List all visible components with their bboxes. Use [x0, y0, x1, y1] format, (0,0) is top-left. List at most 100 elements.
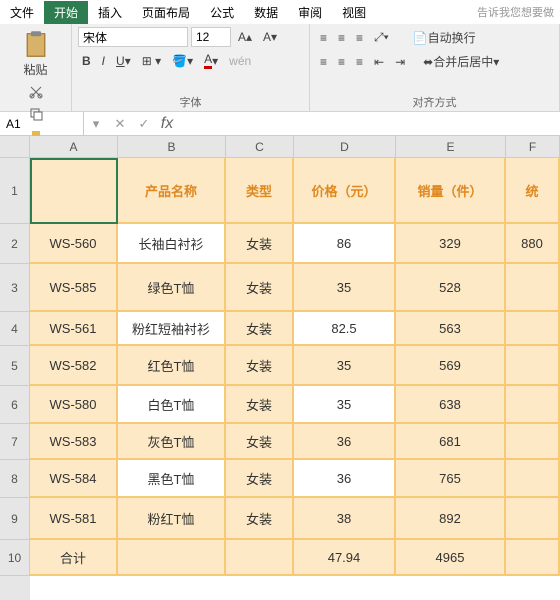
row-header[interactable]: 3	[0, 264, 30, 312]
cell[interactable]	[506, 460, 560, 498]
col-header[interactable]: A	[30, 136, 118, 158]
cell[interactable]: 681	[396, 424, 506, 460]
row-header[interactable]: 9	[0, 498, 30, 540]
tab-view[interactable]: 视图	[332, 1, 376, 24]
fx-icon[interactable]: fx	[156, 115, 178, 133]
header-cell[interactable]: 类型	[226, 158, 294, 224]
cell[interactable]: 女装	[226, 224, 294, 264]
cell[interactable]	[226, 540, 294, 576]
cell[interactable]: 880	[506, 224, 560, 264]
cell[interactable]: 女装	[226, 264, 294, 312]
cell[interactable]: WS-581	[30, 498, 118, 540]
cut-button[interactable]	[25, 83, 47, 101]
col-header[interactable]: D	[294, 136, 396, 158]
cell[interactable]: 638	[396, 386, 506, 424]
formula-input[interactable]	[178, 112, 560, 135]
cell[interactable]: WS-583	[30, 424, 118, 460]
cell[interactable]: WS-585	[30, 264, 118, 312]
increase-font-button[interactable]: A▴	[234, 28, 256, 46]
tab-formula[interactable]: 公式	[200, 1, 244, 24]
tell-me-hint[interactable]: 告诉我您想要做	[471, 4, 560, 20]
header-cell[interactable]: 产品名称	[118, 158, 226, 224]
row-header[interactable]: 6	[0, 386, 30, 424]
cell[interactable]: 女装	[226, 424, 294, 460]
align-center-button[interactable]: ≡	[334, 53, 349, 71]
cell[interactable]: 765	[396, 460, 506, 498]
tab-layout[interactable]: 页面布局	[132, 1, 200, 24]
cell[interactable]	[506, 346, 560, 386]
align-top-button[interactable]: ≡	[316, 29, 331, 47]
cell[interactable]: 合计	[30, 540, 118, 576]
cell[interactable]: 563	[396, 312, 506, 346]
cell[interactable]: 女装	[226, 498, 294, 540]
row-header[interactable]: 8	[0, 460, 30, 498]
dropdown-icon[interactable]: ▾	[84, 116, 108, 132]
cell[interactable]: 女装	[226, 386, 294, 424]
header-cell[interactable]: 价格（元）	[294, 158, 396, 224]
indent-dec-button[interactable]: ⇤	[370, 53, 388, 71]
cell[interactable]: 528	[396, 264, 506, 312]
cell[interactable]: WS-584	[30, 460, 118, 498]
cell[interactable]: 329	[396, 224, 506, 264]
cell[interactable]: 红色T恤	[118, 346, 226, 386]
cell[interactable]: 86	[294, 224, 396, 264]
cell[interactable]: 长袖白衬衫	[118, 224, 226, 264]
row-header[interactable]: 7	[0, 424, 30, 460]
row-header[interactable]: 10	[0, 540, 30, 576]
cell[interactable]	[506, 424, 560, 460]
italic-button[interactable]: I	[98, 52, 109, 70]
cell[interactable]: 892	[396, 498, 506, 540]
underline-button[interactable]: U ▾	[112, 52, 135, 70]
col-header[interactable]: E	[396, 136, 506, 158]
name-box[interactable]: A1	[0, 112, 84, 135]
col-header[interactable]: F	[506, 136, 560, 158]
cell[interactable]: WS-560	[30, 224, 118, 264]
font-size-select[interactable]: 12	[191, 27, 231, 47]
align-right-button[interactable]: ≡	[352, 53, 367, 71]
fill-color-button[interactable]: 🪣▾	[168, 52, 197, 70]
row-header[interactable]: 1	[0, 158, 30, 224]
confirm-icon[interactable]: ✓	[132, 116, 156, 132]
cell[interactable]: 4965	[396, 540, 506, 576]
row-header[interactable]: 2	[0, 224, 30, 264]
indent-inc-button[interactable]: ⇥	[391, 53, 409, 71]
font-color-button[interactable]: A ▾	[200, 50, 222, 71]
cell[interactable]: WS-561	[30, 312, 118, 346]
cell[interactable]: 47.94	[294, 540, 396, 576]
cell[interactable]: 38	[294, 498, 396, 540]
tab-file[interactable]: 文件	[0, 1, 44, 24]
border-button[interactable]: ⊞ ▾	[138, 52, 165, 70]
cell[interactable]: 女装	[226, 312, 294, 346]
tab-home[interactable]: 开始	[44, 1, 88, 24]
cell[interactable]: 黑色T恤	[118, 460, 226, 498]
orientation-button[interactable]: ⤢▾	[370, 28, 393, 47]
col-header[interactable]: C	[226, 136, 294, 158]
row-header[interactable]: 4	[0, 312, 30, 346]
cell[interactable]	[506, 312, 560, 346]
header-cell[interactable]	[30, 158, 118, 224]
cell[interactable]: 灰色T恤	[118, 424, 226, 460]
cell[interactable]: 粉红T恤	[118, 498, 226, 540]
bold-button[interactable]: B	[78, 52, 95, 70]
cell[interactable]: 569	[396, 346, 506, 386]
cell[interactable]: 白色T恤	[118, 386, 226, 424]
phonetic-button[interactable]: wén	[225, 52, 255, 70]
cell[interactable]: 35	[294, 264, 396, 312]
cell[interactable]: WS-582	[30, 346, 118, 386]
tab-data[interactable]: 数据	[244, 1, 288, 24]
merge-center-button[interactable]: ⬌合并后居中▾	[419, 51, 503, 72]
cell[interactable]: 35	[294, 386, 396, 424]
decrease-font-button[interactable]: A▾	[259, 28, 281, 46]
cell[interactable]: 女装	[226, 460, 294, 498]
tab-insert[interactable]: 插入	[88, 1, 132, 24]
cell[interactable]	[506, 540, 560, 576]
font-family-select[interactable]: 宋体	[78, 27, 188, 47]
select-all-corner[interactable]	[0, 136, 30, 158]
header-cell[interactable]: 统	[506, 158, 560, 224]
cancel-icon[interactable]: ✕	[108, 116, 132, 132]
cell[interactable]: WS-580	[30, 386, 118, 424]
cell[interactable]: 36	[294, 424, 396, 460]
tab-review[interactable]: 审阅	[288, 1, 332, 24]
align-mid-button[interactable]: ≡	[334, 29, 349, 47]
header-cell[interactable]: 销量（件）	[396, 158, 506, 224]
